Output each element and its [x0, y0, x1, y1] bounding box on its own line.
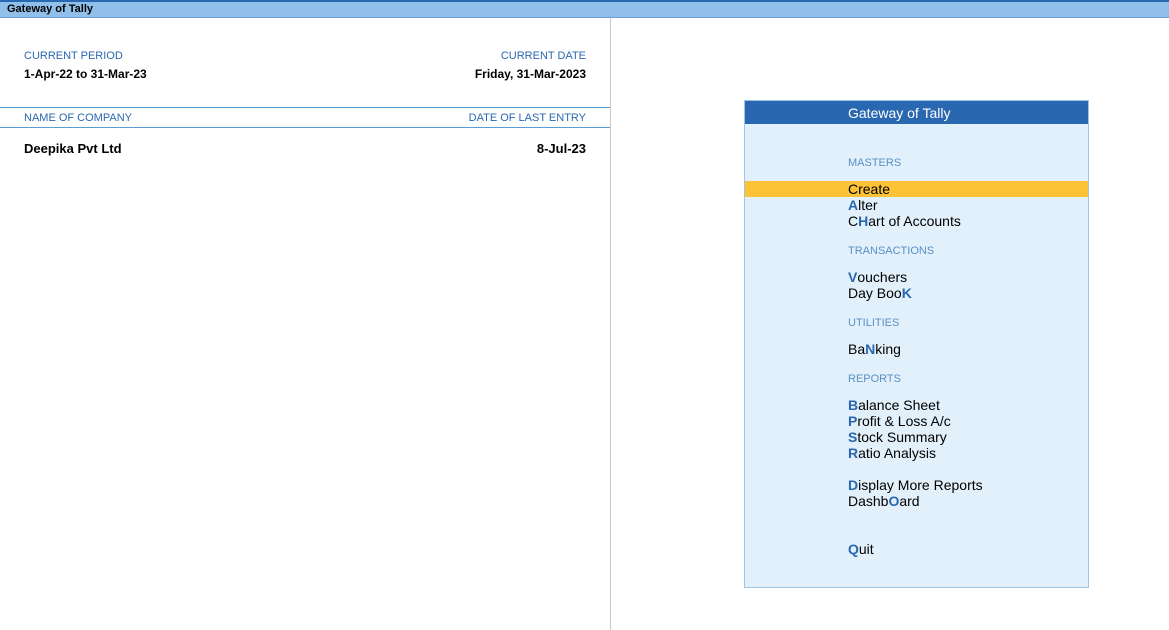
menu-item-quit[interactable]: Quit	[745, 541, 1088, 557]
gateway-menu-header: Gateway of Tally	[745, 101, 1088, 124]
current-period-label: CURRENT PERIOD	[24, 50, 123, 62]
menu-item-stock-summary[interactable]: Stock Summary	[745, 429, 1088, 445]
current-date-value: Friday, 31-Mar-2023	[474, 67, 586, 81]
section-transactions: TRANSACTIONS	[848, 245, 935, 257]
menu-item-alter[interactable]: Alter	[745, 197, 1088, 213]
menu-item-balance-sheet[interactable]: Balance Sheet	[745, 397, 1088, 413]
title-bar: Gateway of Tally	[0, 2, 1169, 18]
menu-item-display-more-reports[interactable]: Display More Reports	[745, 477, 1088, 493]
menu-item-vouchers[interactable]: Vouchers	[745, 269, 1088, 285]
current-date-label: CURRENT DATE	[500, 50, 586, 62]
section-masters: MASTERS	[848, 157, 902, 169]
pane-divider	[610, 18, 611, 630]
header-divider-top	[0, 107, 610, 108]
current-period-value: 1-Apr-22 to 31-Mar-23	[24, 67, 147, 81]
menu-item-banking[interactable]: BaNking	[745, 341, 1088, 357]
menu-item-dashboard[interactable]: DashbOard	[745, 493, 1088, 509]
menu-item-chart-of-accounts[interactable]: CHart of Accounts	[745, 213, 1088, 229]
gateway-menu-panel: Gateway of Tally MASTERS Create Alter CH…	[744, 100, 1089, 588]
gateway-menu-title: Gateway of Tally	[848, 105, 951, 121]
company-name[interactable]: Deepika Pvt Ltd	[24, 142, 122, 156]
header-divider-bottom	[0, 127, 610, 128]
name-of-company-label: NAME OF COMPANY	[24, 112, 132, 124]
window-title: Gateway of Tally	[7, 3, 93, 15]
date-of-last-entry-label: DATE OF LAST ENTRY	[468, 112, 586, 124]
menu-item-create[interactable]: Create	[745, 181, 1088, 197]
menu-item-day-book[interactable]: Day BooK	[745, 285, 1088, 301]
last-entry-date: 8-Jul-23	[536, 141, 586, 156]
menu-item-profit-loss[interactable]: Profit & Loss A/c	[745, 413, 1088, 429]
section-reports: REPORTS	[848, 373, 901, 385]
menu-item-ratio-analysis[interactable]: Ratio Analysis	[745, 445, 1088, 461]
section-utilities: UTILITIES	[848, 317, 900, 329]
